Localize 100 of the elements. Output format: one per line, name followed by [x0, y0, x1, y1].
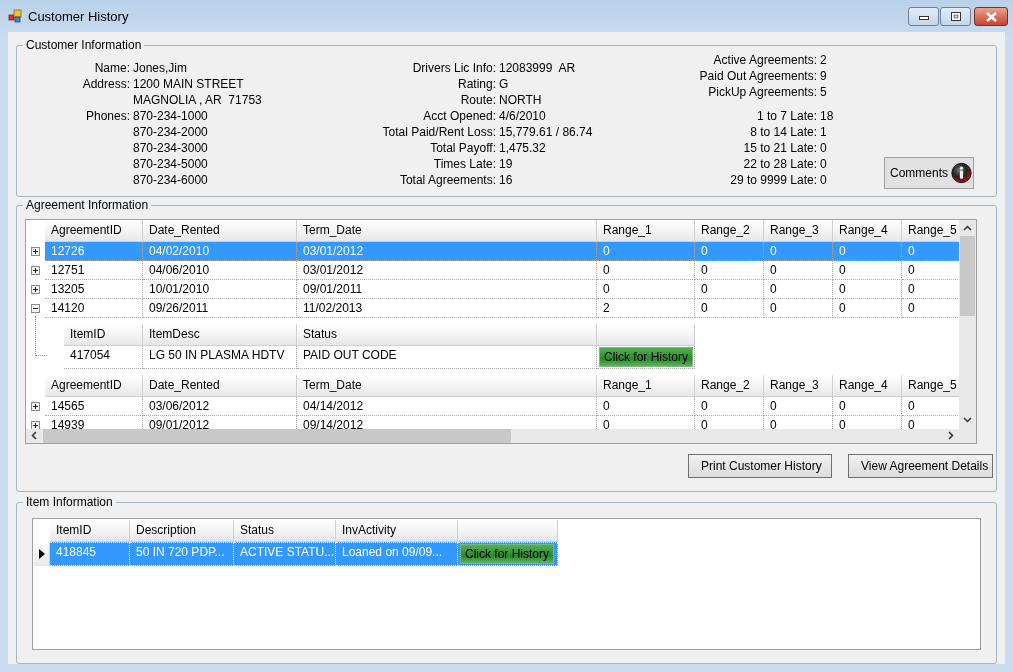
- column-header[interactable]: ItemID: [50, 520, 130, 542]
- table-cell: 0: [695, 397, 764, 416]
- vertical-scrollbar[interactable]: [959, 220, 976, 429]
- table-cell: 13205: [45, 280, 143, 299]
- field-value: 870-234-6000: [133, 172, 209, 188]
- column-header[interactable]: Term_Date: [297, 220, 597, 242]
- field-label: 1 to 7 Late:: [755, 108, 817, 124]
- table-cell: 03/01/2012: [297, 242, 597, 261]
- expand-icon[interactable]: [31, 266, 40, 275]
- field-label: Total Paid/Rent Loss:: [381, 124, 496, 140]
- table-cell: 04/02/2010: [143, 242, 297, 261]
- column-header[interactable]: Range_4: [833, 375, 902, 397]
- column-header[interactable]: Range_1: [597, 220, 695, 242]
- column-header[interactable]: AgreementID: [45, 220, 143, 242]
- column-header[interactable]: Status: [297, 324, 597, 346]
- expand-icon[interactable]: [31, 285, 40, 294]
- horizontal-scrollbar[interactable]: [26, 429, 976, 443]
- field-label: Address:: [81, 76, 130, 92]
- column-header[interactable]: Range_5: [902, 375, 959, 397]
- column-header[interactable]: Date_Rented: [143, 375, 297, 397]
- field-label: Name:: [93, 60, 130, 76]
- column-header[interactable]: Range_3: [764, 220, 833, 242]
- field-value: 870-234-5000: [133, 156, 209, 172]
- table-cell: 0: [764, 299, 833, 318]
- scroll-down-icon[interactable]: [963, 417, 972, 423]
- table-cell: 0: [833, 299, 902, 318]
- field-label: Phones:: [84, 108, 130, 124]
- table-cell: 12726: [45, 242, 143, 261]
- column-header[interactable]: Range_3: [764, 375, 833, 397]
- scroll-up-icon[interactable]: [963, 225, 972, 231]
- restore-button[interactable]: [940, 7, 971, 26]
- field-value: 15,779.61 / 86.74: [499, 124, 594, 140]
- field-label: PickUp Agreements:: [707, 84, 817, 100]
- table-cell: 14120: [45, 299, 143, 318]
- field-value: MAGNOLIA , AR 71753: [133, 92, 263, 108]
- field-value: 16: [499, 172, 514, 188]
- column-header[interactable]: Range_2: [695, 220, 764, 242]
- column-header[interactable]: AgreementID: [45, 375, 143, 397]
- history-button[interactable]: Click for History: [599, 347, 693, 367]
- column-header[interactable]: ItemDesc: [143, 324, 297, 346]
- table-cell: 0: [597, 280, 695, 299]
- field-value: 2: [820, 52, 828, 68]
- history-button[interactable]: Click for History: [460, 544, 554, 564]
- info-icon: [951, 160, 972, 186]
- expand-icon[interactable]: [31, 402, 40, 411]
- field-value: 18: [820, 108, 835, 124]
- field-value: 4/6/2010: [499, 108, 547, 124]
- close-button[interactable]: [974, 7, 1008, 26]
- field-value: 9: [820, 68, 828, 84]
- scroll-right-icon[interactable]: [948, 431, 954, 440]
- column-header[interactable]: Range_2: [695, 375, 764, 397]
- field-label: 15 to 21 Late:: [742, 140, 817, 156]
- table-cell: 04/14/2012: [297, 397, 597, 416]
- column-header[interactable]: Range_5: [902, 220, 959, 242]
- field-label: 22 to 28 Late:: [742, 156, 817, 172]
- table-cell: PAID OUT CODE: [297, 346, 597, 369]
- expand-icon[interactable]: [31, 247, 40, 256]
- scroll-left-icon[interactable]: [31, 431, 37, 440]
- group-title: Agreement Information: [23, 198, 152, 213]
- table-cell: 0: [695, 299, 764, 318]
- field-value: 19: [499, 156, 514, 172]
- table-cell: 0: [597, 261, 695, 280]
- table-cell: 50 IN 720 PDP...: [130, 542, 234, 566]
- table-cell: 0: [695, 280, 764, 299]
- table-cell: 09/26/2011: [143, 299, 297, 318]
- close-icon: [985, 11, 997, 22]
- app-icon: [8, 9, 22, 23]
- field-value: Jones,Jim: [133, 60, 189, 76]
- column-header[interactable]: InvActivity: [336, 520, 458, 542]
- table-cell: 0: [764, 280, 833, 299]
- table-cell: 0: [695, 261, 764, 280]
- column-header[interactable]: Term_Date: [297, 375, 597, 397]
- table-cell: 10/01/2010: [143, 280, 297, 299]
- column-header[interactable]: Range_1: [597, 375, 695, 397]
- field-label: Times Late:: [432, 156, 496, 172]
- column-header[interactable]: Date_Rented: [143, 220, 297, 242]
- table-cell: 0: [764, 397, 833, 416]
- table-cell: 14565: [45, 397, 143, 416]
- table-cell: 04/06/2010: [143, 261, 297, 280]
- column-header[interactable]: ItemID: [64, 324, 143, 346]
- column-header[interactable]: Description: [130, 520, 234, 542]
- field-value: G: [499, 76, 510, 92]
- table-cell: 11/02/2013: [297, 299, 597, 318]
- comments-button[interactable]: Comments: [884, 157, 974, 189]
- field-value: 5: [820, 84, 828, 100]
- column-header[interactable]: Range_4: [833, 220, 902, 242]
- field-label: Total Payoff:: [429, 140, 496, 156]
- field-value: 1200 MAIN STREET: [133, 76, 245, 92]
- action-button[interactable]: Print Customer History: [688, 454, 832, 478]
- field-value: 870-234-3000: [133, 140, 209, 156]
- row-header[interactable]: [34, 542, 50, 566]
- minimize-button[interactable]: [908, 7, 939, 26]
- collapse-icon[interactable]: [31, 304, 40, 313]
- table-cell: 417054: [64, 346, 143, 369]
- table-cell: 0: [597, 397, 695, 416]
- column-header[interactable]: Status: [234, 520, 336, 542]
- action-button[interactable]: View Agreement Details: [848, 454, 993, 478]
- table-cell: LG 50 IN PLASMA HDTV: [143, 346, 297, 369]
- table-cell: ACTIVE STATU...: [234, 542, 336, 566]
- field-label: 29 to 9999 Late:: [729, 172, 817, 188]
